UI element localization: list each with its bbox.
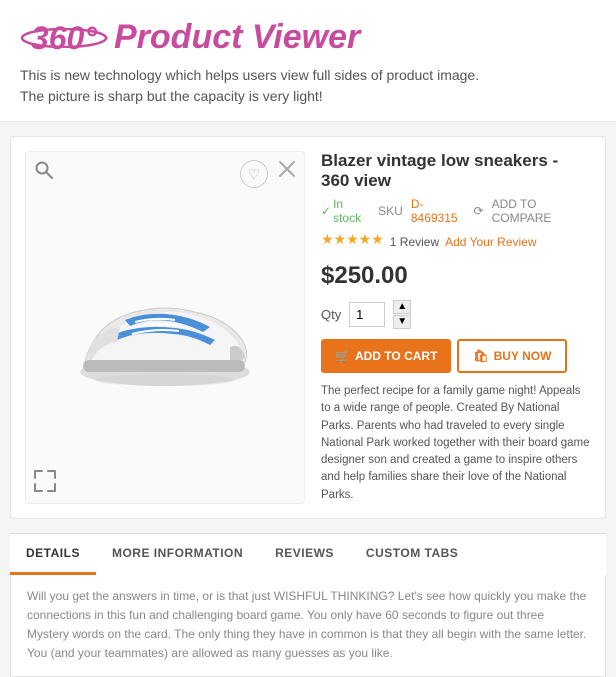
search-icon[interactable] <box>34 160 54 185</box>
tab-more-information[interactable]: MORE INFORMATION <box>96 534 259 575</box>
bag-icon: 🛍 <box>473 349 488 363</box>
header-subtitle: This is new technology which helps users… <box>20 65 596 107</box>
tab-details[interactable]: DETAILS <box>10 534 96 575</box>
qty-decrement-button[interactable]: ▼ <box>393 315 411 329</box>
qty-increment-button[interactable]: ▲ <box>393 300 411 314</box>
tab-content: Will you get the answers in time, or is … <box>10 575 606 677</box>
360-text: 360° <box>31 22 97 54</box>
product-card: ♡ <box>10 136 606 519</box>
qty-row: Qty ▲ ▼ <box>321 300 591 329</box>
cart-button-label: ADD TO CART <box>355 349 437 363</box>
logo-360-orbit: 360° <box>20 28 108 48</box>
star-rating: ★★★★★ <box>321 231 384 248</box>
quantity-input[interactable] <box>349 302 385 327</box>
close-icon[interactable] <box>278 160 296 183</box>
add-review-link[interactable]: Add Your Review <box>445 235 536 249</box>
qty-stepper[interactable]: ▲ ▼ <box>393 300 411 329</box>
qty-label: Qty <box>321 307 341 322</box>
tab-content-text: Will you get the answers in time, or is … <box>27 587 589 664</box>
product-inner: ♡ <box>25 151 591 504</box>
cart-icon: 🛒 <box>335 349 350 363</box>
in-stock-badge: In stock <box>321 197 370 225</box>
expand-icon[interactable] <box>34 470 56 495</box>
buy-button-label: BUY NOW <box>494 349 552 363</box>
product-info: Blazer vintage low sneakers - 360 view I… <box>321 151 591 504</box>
wishlist-button[interactable]: ♡ <box>240 160 268 188</box>
sku-value: D-8469315 <box>411 197 466 225</box>
product-title: Blazer vintage low sneakers - 360 view <box>321 151 591 191</box>
tabs-bar: DETAILS MORE INFORMATION REVIEWS CUSTOM … <box>10 533 606 575</box>
add-to-cart-button[interactable]: 🛒 ADD TO CART <box>321 339 451 373</box>
buy-now-button[interactable]: 🛍 BUY NOW <box>457 339 567 373</box>
compare-link[interactable]: ADD TO COMPARE <box>492 197 591 225</box>
product-viewer-text: Product Viewer <box>114 18 360 57</box>
product-description: The perfect recipe for a family game nig… <box>321 383 591 504</box>
header-title-row: 360° Product Viewer <box>20 18 596 57</box>
image-viewer: ♡ <box>25 151 305 504</box>
review-count: 1 Review <box>390 235 439 249</box>
action-buttons: 🛒 ADD TO CART 🛍 BUY NOW <box>321 339 591 373</box>
header: 360° Product Viewer This is new technolo… <box>0 0 616 122</box>
product-meta-row: In stock SKU D-8469315 ⟳ ADD TO COMPARE <box>321 197 591 225</box>
sku-label: SKU <box>378 204 403 218</box>
product-image <box>65 257 265 397</box>
tab-reviews[interactable]: REVIEWS <box>259 534 350 575</box>
tab-custom-tabs[interactable]: CUSTOM TABS <box>350 534 474 575</box>
product-price: $250.00 <box>321 262 591 290</box>
review-row: ★★★★★ 1 Review Add Your Review <box>321 231 591 252</box>
compare-icon: ⟳ <box>474 204 484 218</box>
